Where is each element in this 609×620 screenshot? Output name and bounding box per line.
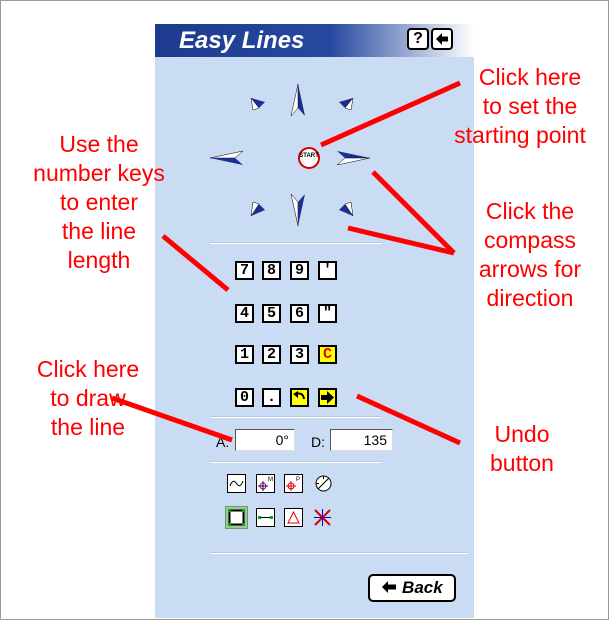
annotation-compass-line-1: Click the: [485, 198, 575, 224]
annotation-line-undo: [355, 393, 462, 446]
annotation-undo: Undo button: [462, 420, 582, 478]
annotation-compass-line-3: arrows for: [478, 256, 582, 282]
annotation-undo-line-2: button: [490, 450, 554, 476]
annotation-start-line-2: to set the: [482, 93, 578, 119]
annotation-draw-line-3: the line: [50, 414, 126, 440]
annotation-start-point: Click here to set the starting point: [454, 63, 605, 150]
annotation-keys-line-1: Use the: [59, 131, 139, 157]
annotation-number-keys: Use the number keys to enter the line le…: [26, 130, 172, 275]
annotation-draw-line-1: Click here: [36, 356, 140, 382]
annotation-keys-line-5: length: [67, 247, 131, 273]
annotation-line-keypad: [161, 234, 230, 292]
annotation-line-compass-1: [371, 170, 456, 255]
annotation-keys-line-4: the line: [61, 218, 137, 244]
annotation-compass: Click the compass arrows for direction: [455, 197, 605, 313]
annotation-compass-line-2: compass: [483, 227, 577, 253]
annotation-draw-line-2: to draw: [50, 385, 126, 411]
annotation-draw-line: Click here to draw the line: [23, 355, 153, 442]
annotation-keys-line-2: number keys: [33, 160, 165, 186]
annotation-keys-line-3: to enter: [60, 189, 138, 215]
annotation-start-line-1: Click here: [478, 64, 582, 90]
annotation-compass-line-4: direction: [486, 285, 574, 311]
annotation-start-line-3: starting point: [454, 122, 586, 148]
annotation-undo-line-1: Undo: [494, 421, 550, 447]
